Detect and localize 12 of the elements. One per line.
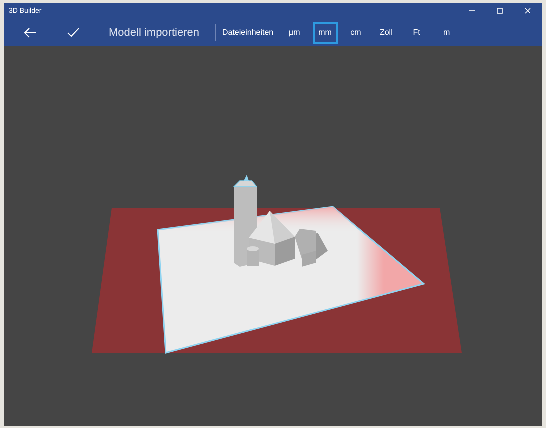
- unit-option[interactable]: Ft: [404, 22, 429, 44]
- units-label: Dateieinheiten: [222, 28, 274, 37]
- checkmark-icon: [67, 27, 80, 38]
- unit-option[interactable]: mm: [312, 22, 338, 44]
- maximize-icon[interactable]: [495, 6, 505, 16]
- back-arrow-icon: [23, 26, 37, 38]
- unit-option[interactable]: µm: [282, 22, 307, 44]
- close-icon[interactable]: [523, 6, 533, 16]
- unit-option[interactable]: cm: [344, 22, 368, 44]
- unit-option[interactable]: m: [434, 22, 459, 44]
- dialog-title: Modell importieren: [109, 26, 200, 38]
- unit-option[interactable]: Zoll: [374, 22, 399, 44]
